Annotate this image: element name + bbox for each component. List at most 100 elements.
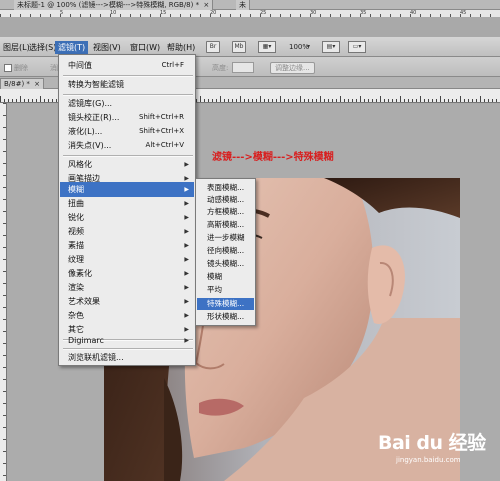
filter-menu-item-texture[interactable]: 纹理 ▶ (60, 252, 194, 267)
menu-item-label: 像素化 (68, 269, 92, 278)
document-tab[interactable]: B/8#) * × (0, 78, 45, 89)
menu-item-label: 中间值 (68, 61, 92, 70)
filter-menu-item-artistic[interactable]: 艺术效果 ▶ (60, 294, 194, 309)
document-tab-label: B/8#) * (4, 80, 30, 88)
filter-menu: 中间值 Ctrl+F 转换为智能滤镜 滤镜库(G)... 镜头校正(R)... … (58, 54, 196, 366)
menu-item-label: 杂色 (68, 311, 84, 320)
filter-menu-item-digimarc[interactable]: Digimarc ▶ (60, 333, 194, 348)
filter-menu-item-smart-filter[interactable]: 转换为智能滤镜 (60, 77, 194, 92)
menu-item-label: 转换为智能滤镜 (68, 80, 124, 89)
menu-item-shortcut: Shift+Ctrl+R (139, 113, 184, 121)
menu-help[interactable]: 帮助(H) (164, 41, 198, 54)
menu-item-label: 镜头校正(R)... (68, 113, 120, 122)
submenu-arrow-icon: ▶ (184, 214, 189, 221)
chevron-down-icon[interactable]: ▾ (307, 42, 310, 52)
blur-submenu-item-lens-blur[interactable]: 镜头模糊... (197, 258, 254, 270)
filter-menu-item-blur[interactable]: 模糊 ▶ (60, 182, 194, 197)
height-field[interactable] (232, 62, 254, 73)
mini-bridge-button[interactable]: Mb (232, 41, 246, 53)
blur-submenu-item-blur-more[interactable]: 进一步模糊 (197, 232, 254, 244)
blur-submenu-item-smart-blur[interactable]: 特殊模糊... (197, 298, 254, 310)
height-label: 高度: (212, 64, 229, 72)
document-tab-2-label: 未 (239, 1, 246, 9)
refine-edge-button[interactable]: 调整边缘... (270, 62, 315, 74)
menu-item-shortcut: Ctrl+F (161, 61, 184, 69)
close-icon[interactable]: × (203, 1, 209, 9)
menu-item-label: 风格化 (68, 160, 92, 169)
blur-submenu-item-shape-blur[interactable]: 形状模糊... (197, 311, 254, 323)
filter-menu-item-distort[interactable]: 扭曲 ▶ (60, 196, 194, 211)
blur-submenu-item-box-blur[interactable]: 方框模糊... (197, 206, 254, 218)
submenu-arrow-icon: ▶ (184, 270, 189, 277)
menu-item-label: 艺术效果 (68, 297, 100, 306)
filter-menu-item-stylize[interactable]: 风格化 ▶ (60, 157, 194, 172)
arrange-documents-dropdown[interactable]: ▤▾ (322, 41, 340, 53)
document-tab-2[interactable]: 未 (236, 0, 250, 10)
menu-filter[interactable]: 滤镜(T) (55, 41, 89, 54)
chevron-down-icon: ▾ (268, 43, 272, 50)
filter-menu-item-sharpen[interactable]: 锐化 ▶ (60, 210, 194, 225)
submenu-arrow-icon: ▶ (184, 242, 189, 249)
blur-submenu-item-blur[interactable]: 模糊 (197, 271, 254, 283)
menu-item-label: 滤镜库(G)... (68, 99, 113, 108)
antialias-label: 删除 (14, 64, 28, 72)
menu-window[interactable]: 窗口(W) (127, 41, 163, 54)
baidu-jingyan-watermark: Bai du 经验 jingyan.baidu.com (378, 428, 498, 480)
ruler-label: 15 (160, 10, 167, 16)
menu-item-label: 液化(L)... (68, 127, 103, 136)
filter-menu-item-lens-correction[interactable]: 镜头校正(R)... Shift+Ctrl+R (60, 110, 194, 125)
ruler-label: 10 (110, 10, 117, 16)
ruler-label: 35 (360, 10, 367, 16)
close-icon[interactable]: × (34, 80, 40, 88)
vertical-ruler (0, 103, 7, 481)
submenu-arrow-icon: ▶ (184, 284, 189, 291)
menu-item-label: 渲染 (68, 283, 84, 292)
antialias-checkbox[interactable] (4, 64, 12, 72)
chevron-down-icon: ▾ (358, 43, 362, 50)
zoom-level[interactable]: 100% (289, 42, 309, 52)
menu-view[interactable]: 视图(V) (90, 41, 124, 54)
submenu-arrow-icon: ▶ (184, 337, 189, 344)
filter-menu-item-median[interactable]: 中间值 Ctrl+F (60, 58, 194, 73)
blur-submenu-item-surface-blur[interactable]: 表面模糊... (197, 182, 254, 194)
document-tab-strip: 未标题-1 @ 100% (滤镜--->模糊--->特殊模糊, RGB/8) *… (0, 0, 500, 10)
filter-menu-item-sketch[interactable]: 素描 ▶ (60, 238, 194, 253)
filter-menu-item-filter-gallery[interactable]: 滤镜库(G)... (60, 96, 194, 111)
annotation-text: 滤镜--->模糊--->特殊模糊 (212, 152, 334, 163)
filter-menu-item-render[interactable]: 渲染 ▶ (60, 280, 194, 295)
menu-item-label: 扭曲 (68, 199, 84, 208)
blur-submenu-item-radial-blur[interactable]: 径向模糊... (197, 245, 254, 257)
menu-item-label: 浏览联机滤镜... (68, 353, 124, 362)
document-tab-label: 未标题-1 @ 100% (滤镜--->模糊--->特殊模糊, RGB/8) * (17, 1, 200, 9)
menu-item-label: 视频 (68, 227, 84, 236)
menu-item-shortcut: Shift+Ctrl+X (139, 127, 184, 135)
chevron-down-icon: ▾ (332, 43, 336, 50)
ruler-label: 45 (460, 10, 467, 16)
filter-menu-item-pixelate[interactable]: 像素化 ▶ (60, 266, 194, 281)
document-tab[interactable]: 未标题-1 @ 100% (滤镜--->模糊--->特殊模糊, RGB/8) *… (14, 0, 214, 10)
submenu-arrow-icon: ▶ (184, 256, 189, 263)
filter-menu-item-video[interactable]: 视频 ▶ (60, 224, 194, 239)
menu-item-shortcut: Alt+Ctrl+V (145, 141, 184, 149)
ruler-label: 25 (260, 10, 267, 16)
bridge-button[interactable]: Br (206, 41, 220, 53)
filter-menu-item-vanishing-point[interactable]: 消失点(V)... Alt+Ctrl+V (60, 138, 194, 153)
ruler-label: 40 (410, 10, 417, 16)
menu-item-label: 消失点(V)... (68, 141, 112, 150)
filter-menu-item-liquify[interactable]: 液化(L)... Shift+Ctrl+X (60, 124, 194, 139)
submenu-arrow-icon: ▶ (184, 186, 189, 193)
menu-item-label: 锐化 (68, 213, 84, 222)
menu-item-label: 模糊 (68, 185, 84, 194)
ruler-label: 5 (60, 10, 64, 16)
screen-mode-dropdown[interactable]: ▭▾ (348, 41, 366, 53)
view-extras-dropdown[interactable]: ▦▾ (258, 41, 276, 53)
ruler-label: 30 (310, 10, 317, 16)
watermark-url: jingyan.baidu.com (396, 456, 461, 464)
blur-submenu-item-average[interactable]: 平均 (197, 284, 254, 296)
filter-menu-item-noise[interactable]: 杂色 ▶ (60, 308, 194, 323)
blur-submenu-item-motion-blur[interactable]: 动感模糊... (197, 194, 254, 206)
watermark-logo: Bai du 经验 (378, 432, 486, 454)
filter-menu-item-browse-online[interactable]: 浏览联机滤镜... (60, 350, 194, 365)
menu-item-label: 素描 (68, 241, 84, 250)
blur-submenu-item-gaussian-blur[interactable]: 高斯模糊... (197, 219, 254, 231)
